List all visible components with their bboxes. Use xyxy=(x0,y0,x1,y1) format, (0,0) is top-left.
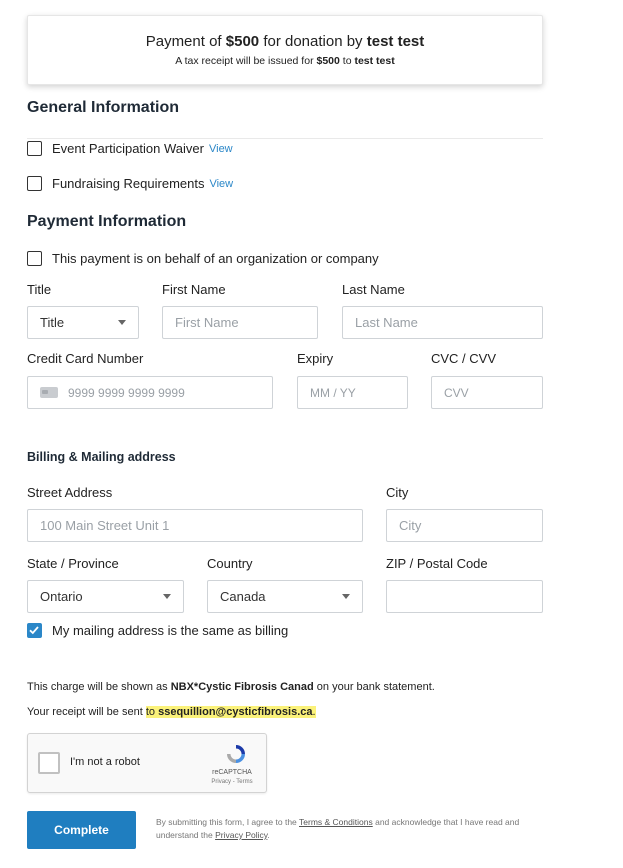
checkmark-icon xyxy=(29,626,39,635)
zip-label: ZIP / Postal Code xyxy=(386,556,488,571)
state-province-select[interactable]: Ontario xyxy=(27,580,184,613)
country-value: Canada xyxy=(220,589,266,604)
zip-input[interactable] xyxy=(386,580,543,613)
cvc-placeholder: CVV xyxy=(444,385,469,400)
first-name-label: First Name xyxy=(162,282,226,297)
last-name-input[interactable]: Last Name xyxy=(342,306,543,339)
first-name-placeholder: First Name xyxy=(175,315,239,330)
summary-text: for donation by xyxy=(263,33,363,50)
receipt-email: ssequillion@cysticfibrosis.ca xyxy=(158,706,313,718)
recaptcha-widget: I'm not a robot reCAPTCHA Privacy - Term… xyxy=(27,733,267,793)
fundraising-row: Fundraising Requirements View xyxy=(27,176,233,191)
privacy-policy-link[interactable]: Privacy Policy xyxy=(215,830,267,840)
summary-text: Payment of xyxy=(145,33,222,50)
same-address-checkbox[interactable] xyxy=(27,623,42,638)
last-name-label: Last Name xyxy=(342,282,405,297)
title-select-value: Title xyxy=(40,315,65,330)
fundraising-checkbox[interactable] xyxy=(27,176,42,191)
cvc-input[interactable]: CVV xyxy=(431,376,543,409)
expiry-label: Expiry xyxy=(297,351,334,366)
waiver-view-link[interactable]: View xyxy=(209,143,233,155)
cvc-label: CVC / CVV xyxy=(431,351,497,366)
tax-receipt-amount: $500 xyxy=(316,55,340,67)
city-input[interactable]: City xyxy=(386,509,543,542)
credit-card-input[interactable]: 9999 9999 9999 9999 xyxy=(27,376,273,409)
receipt-text: to xyxy=(145,706,156,718)
last-name-placeholder: Last Name xyxy=(355,315,418,330)
bank-statement-text: This charge will be shown as xyxy=(27,681,168,693)
chevron-down-icon xyxy=(118,320,126,325)
waiver-row: Event Participation Waiver View xyxy=(27,141,233,156)
first-name-input[interactable]: First Name xyxy=(162,306,318,339)
waiver-label: Event Participation Waiver xyxy=(52,141,204,156)
street-address-placeholder: 100 Main Street Unit 1 xyxy=(40,518,170,533)
chevron-down-icon xyxy=(163,594,171,599)
title-select[interactable]: Title xyxy=(27,306,139,339)
payment-summary-line: Payment of $500 for donation by test tes… xyxy=(28,33,542,50)
divider xyxy=(27,138,543,139)
expiry-placeholder: MM / YY xyxy=(310,385,356,400)
waiver-checkbox[interactable] xyxy=(27,141,42,156)
expiry-input[interactable]: MM / YY xyxy=(297,376,408,409)
receipt-highlight: to ssequillion@cysticfibrosis.ca. xyxy=(145,706,316,718)
recaptcha-label: I'm not a robot xyxy=(70,756,140,768)
credit-card-label: Credit Card Number xyxy=(27,351,144,366)
receipt-text: . xyxy=(312,706,316,718)
summary-amount: $500 xyxy=(225,33,260,50)
street-address-input[interactable]: 100 Main Street Unit 1 xyxy=(27,509,363,542)
organization-row: This payment is on behalf of an organiza… xyxy=(27,251,379,266)
recaptcha-brand: reCAPTCHA xyxy=(212,769,252,776)
country-select[interactable]: Canada xyxy=(207,580,363,613)
state-province-label: State / Province xyxy=(27,556,119,571)
same-address-row: My mailing address is the same as billin… xyxy=(27,623,288,638)
payment-summary-card: Payment of $500 for donation by test tes… xyxy=(27,15,543,85)
receipt-text: Your receipt will be sent xyxy=(27,706,143,718)
recaptcha-checkbox[interactable] xyxy=(38,752,60,774)
bank-statement-note: This charge will be shown as NBX*Cystic … xyxy=(27,681,435,693)
title-label: Title xyxy=(27,282,52,297)
legal-text-part: By submitting this form, I agree to the xyxy=(156,817,297,827)
city-label: City xyxy=(386,485,409,500)
legal-text: By submitting this form, I agree to the … xyxy=(156,816,546,842)
city-placeholder: City xyxy=(399,518,422,533)
chevron-down-icon xyxy=(342,594,350,599)
statement-descriptor: NBX*Cystic Fibrosis Canad xyxy=(170,681,314,693)
tax-receipt-text: A tax receipt will be issued for xyxy=(175,55,314,67)
organization-label: This payment is on behalf of an organiza… xyxy=(52,251,379,266)
terms-link[interactable]: Terms & Conditions xyxy=(299,817,373,827)
credit-card-icon xyxy=(40,387,58,398)
general-information-heading: General Information xyxy=(27,99,180,116)
receipt-note: Your receipt will be sent to ssequillion… xyxy=(27,706,316,718)
billing-heading: Billing & Mailing address xyxy=(27,450,176,464)
recaptcha-logo-icon xyxy=(227,745,245,763)
organization-checkbox[interactable] xyxy=(27,251,42,266)
bank-statement-text: on your bank statement. xyxy=(316,681,435,693)
country-label: Country xyxy=(207,556,253,571)
tax-receipt-donor: test test xyxy=(354,55,395,67)
payment-information-heading: Payment Information xyxy=(27,213,187,230)
fundraising-label: Fundraising Requirements xyxy=(52,176,205,191)
fundraising-view-link[interactable]: View xyxy=(209,178,233,190)
tax-receipt-line: A tax receipt will be issued for $500 to… xyxy=(28,55,542,67)
complete-button[interactable]: Complete xyxy=(27,811,136,849)
recaptcha-privacy-terms[interactable]: Privacy - Terms xyxy=(206,779,258,785)
state-province-value: Ontario xyxy=(40,589,83,604)
credit-card-placeholder: 9999 9999 9999 9999 xyxy=(68,385,185,400)
summary-donor: test test xyxy=(366,33,425,50)
legal-text-part: . xyxy=(267,830,270,840)
street-address-label: Street Address xyxy=(27,485,113,500)
same-address-label: My mailing address is the same as billin… xyxy=(52,623,289,638)
tax-receipt-text: to xyxy=(342,55,352,67)
